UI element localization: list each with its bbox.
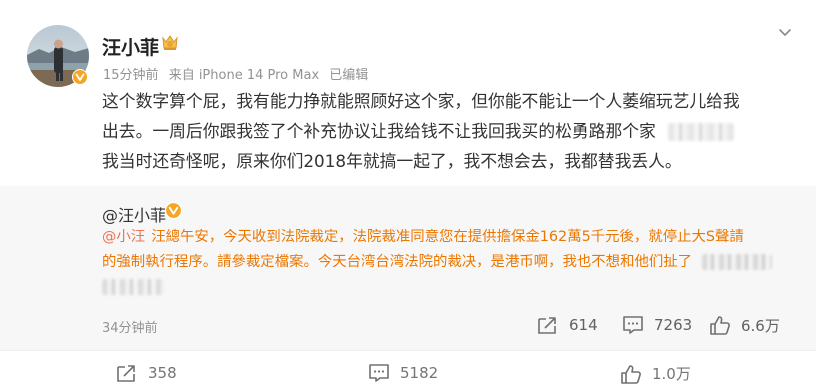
repost-text-segment: 汪總午安，今天收到法院裁定，法院裁准同意您在提供擔保金162萬5千元後，就停止大… (151, 229, 744, 245)
post-meta: 15分钟前 来自 iPhone 14 Pro Max 已编辑 (103, 64, 374, 83)
post-time[interactable]: 15分钟前 (103, 68, 159, 83)
weibo-post-card: 汪小菲 15分钟前 来自 iPhone 14 Pro Max 已编辑 这个数字算… (0, 0, 816, 384)
post-text-line: 我当时还奇怪呢，原来你们2018年就搞一起了，我不想会去，我都替我丢人。 (102, 151, 682, 171)
verified-badge-icon (72, 69, 88, 85)
like-icon (621, 364, 641, 384)
post-text: 这个数字算个屁，我有能力挣就能照顾好这个家，但你能不能让一个人萎缩玩艺儿给我 出… (102, 86, 778, 176)
blurred-content (667, 123, 734, 141)
comment-icon (369, 364, 389, 382)
repost-share-button[interactable]: 614 (537, 313, 598, 337)
fan-medal-icon[interactable] (160, 33, 180, 53)
repost-time[interactable]: 34分钟前 (102, 317, 158, 336)
share-button[interactable]: 358 (116, 363, 177, 383)
blurred-content (102, 279, 164, 295)
share-count: 614 (569, 316, 598, 334)
post-source: 来自 iPhone 14 Pro Max (168, 68, 320, 83)
like-button[interactable]: 1.0万 (620, 363, 691, 384)
post-text-segment: 出去。一周后你跟我签了个补充协议让我给钱不让我回我买的松勇路那个家 (102, 121, 656, 141)
like-icon (710, 316, 730, 335)
post-text-line: 这个数字算个屁，我有能力挣就能照顾好这个家，但你能不能让一个人萎缩玩艺儿给我 (102, 91, 740, 111)
edited-label[interactable]: 已编辑 (329, 68, 368, 83)
share-icon (538, 317, 556, 334)
verified-badge-icon (165, 202, 182, 219)
mention-link[interactable]: @小汪 (102, 229, 145, 245)
repost-like-button[interactable]: 6.6万 (709, 313, 780, 337)
like-count: 6.6万 (741, 316, 780, 335)
comment-icon (623, 316, 643, 334)
like-count: 1.0万 (652, 365, 691, 383)
repost-text: @小汪 汪總午安，今天收到法院裁定，法院裁准同意您在提供擔保金162萬5千元後，就… (102, 225, 792, 275)
comment-count: 5182 (400, 364, 439, 382)
share-count: 358 (148, 364, 177, 382)
comment-button[interactable]: 5182 (368, 363, 438, 383)
repost-comment-button[interactable]: 7263 (622, 313, 692, 337)
repost-text-segment: 的強制執行程序。請參裁定檔案。今天台湾台湾法院的裁决，是港币啊，我也不想和他们扯… (102, 254, 693, 270)
repost-text-line: 的強制執行程序。請參裁定檔案。今天台湾台湾法院的裁决，是港币啊，我也不想和他们扯… (102, 250, 792, 275)
post-text-line: 出去。一周后你跟我签了个补充协议让我给钱不让我回我买的松勇路那个家 (102, 116, 778, 146)
repost-author[interactable]: @汪小菲 (102, 202, 166, 226)
chevron-down-icon[interactable] (778, 28, 792, 38)
comment-count: 7263 (654, 316, 693, 334)
blurred-content (702, 254, 773, 270)
share-icon (117, 365, 135, 382)
repost-text-line: @小汪 汪總午安，今天收到法院裁定，法院裁准同意您在提供擔保金162萬5千元後，就… (102, 225, 792, 250)
author-name[interactable]: 汪小菲 (102, 33, 159, 60)
